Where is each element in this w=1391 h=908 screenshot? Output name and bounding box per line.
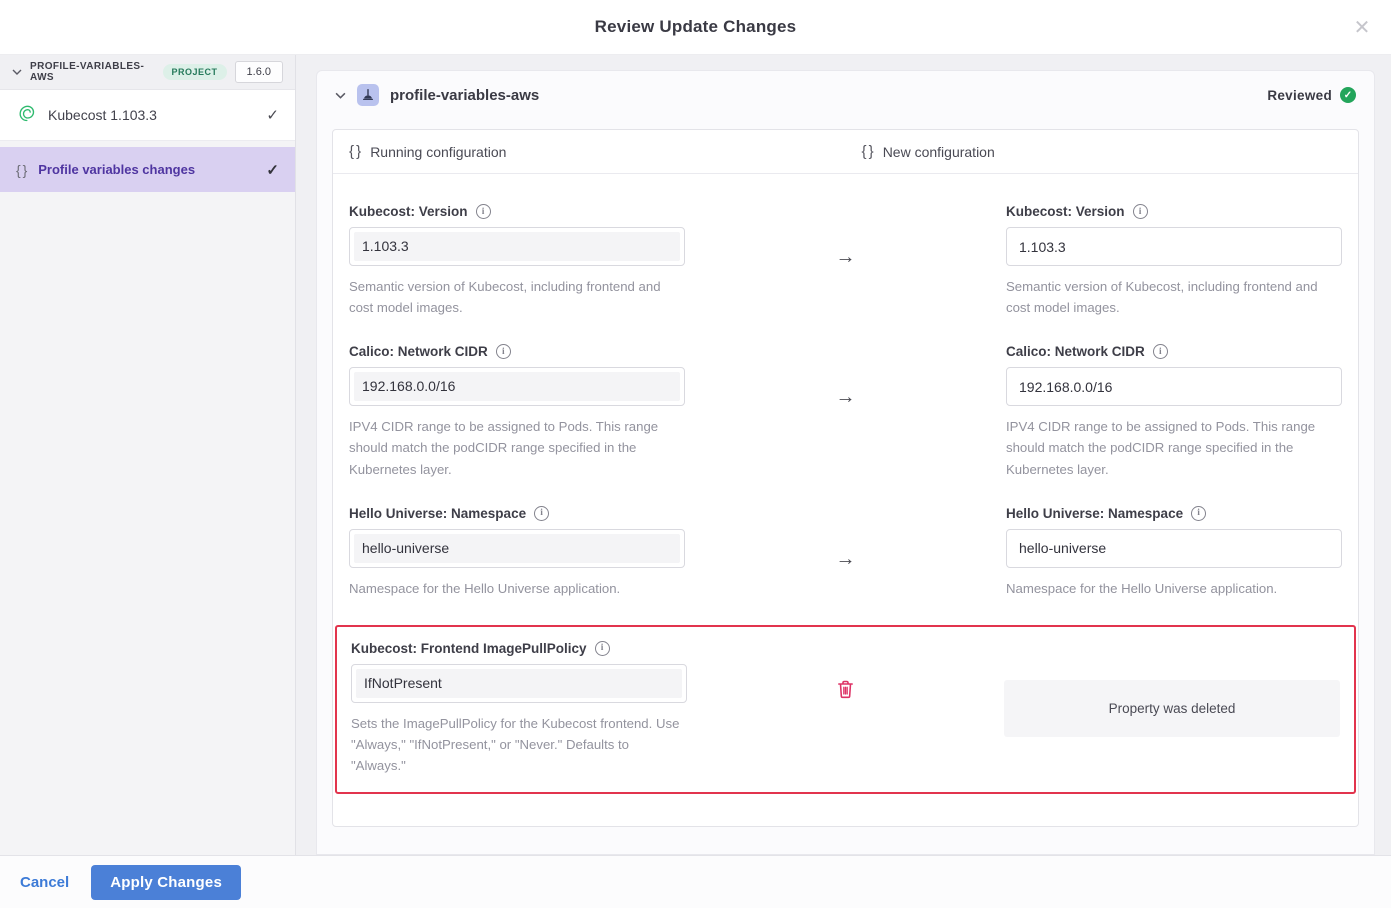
field-label-text: Hello Universe: Namespace [1006,506,1183,521]
running-configuration-title: Running configuration [370,144,506,160]
new-field: Calico: Network CIDR i IPV4 CIDR range t… [1006,344,1342,479]
sidebar-item-label: Profile variables changes [38,162,195,177]
sidebar-item-label: Kubecost 1.103.3 [48,107,157,123]
field-description: IPV4 CIDR range to be assigned to Pods. … [349,416,685,479]
new-value-input[interactable] [1006,529,1342,568]
profile-version-select[interactable]: 1.6.0 [235,61,283,83]
profile-review-card: profile-variables-aws Reviewed ✓ { } Run… [316,70,1375,855]
accordion-title: profile-variables-aws [390,87,539,104]
change-indicator: → [685,506,1006,599]
running-field: Kubecost: Frontend ImagePullPolicy i IfN… [351,641,687,776]
running-value-text: 1.103.3 [354,232,680,261]
project-badge: PROJECT [163,64,227,80]
deleted-property-cell: Property was deleted [1004,641,1340,776]
field-label: Kubecost: Version i [349,204,685,219]
arrow-right-icon: → [836,246,856,269]
info-icon[interactable]: i [595,641,610,656]
info-icon[interactable]: i [476,204,491,219]
field-label-text: Calico: Network CIDR [1006,344,1145,359]
running-value-input: 1.103.3 [349,227,685,266]
info-icon[interactable]: i [496,344,511,359]
running-value-text: 192.168.0.0/16 [354,372,680,401]
dialog-title: Review Update Changes [595,17,797,37]
sidebar-item-kubecost[interactable]: Kubecost 1.103.3 ✓ [0,90,295,141]
info-icon[interactable]: i [1133,204,1148,219]
cluster-profile-icon [357,84,379,106]
main-area: profile-variables-aws Reviewed ✓ { } Run… [296,55,1391,855]
dialog-body: PROFILE-VARIABLES-AWS PROJECT 1.6.0 Kube… [0,55,1391,855]
new-value-input[interactable] [1006,367,1342,406]
field-row-kubecost-version: Kubecost: Version i 1.103.3 Semantic ver… [333,204,1358,318]
field-label-text: Kubecost: Version [1006,204,1125,219]
chevron-down-icon [12,69,22,75]
field-label: Calico: Network CIDR i [1006,344,1342,359]
status-badge: Reviewed ✓ [1267,87,1356,103]
running-value-input: hello-universe [349,529,685,568]
running-value-input: IfNotPresent [351,664,687,703]
field-label-text: Kubecost: Frontend ImagePullPolicy [351,641,587,656]
reviewed-label: Reviewed [1267,88,1332,103]
accordion-header[interactable]: profile-variables-aws Reviewed ✓ [317,71,1374,119]
fields-area: Kubecost: Version i 1.103.3 Semantic ver… [333,174,1358,794]
info-icon[interactable]: i [1153,344,1168,359]
check-icon: ✓ [266,106,279,124]
field-description: Sets the ImagePullPolicy for the Kubecos… [351,713,687,776]
braces-icon: { } [16,162,26,178]
field-label-text: Kubecost: Version [349,204,468,219]
sidebar-item-profile-variables[interactable]: { } Profile variables changes ✓ [0,147,295,192]
braces-icon: { } [862,143,873,160]
profile-name-label: PROFILE-VARIABLES-AWS [30,61,155,83]
field-label: Hello Universe: Namespace i [349,506,685,521]
field-row-deleted-imagepullpolicy: Kubecost: Frontend ImagePullPolicy i IfN… [335,625,1356,794]
reviewed-check-icon: ✓ [1340,87,1356,103]
sidebar-profile-header[interactable]: PROFILE-VARIABLES-AWS PROJECT 1.6.0 [0,55,295,90]
running-value-text: IfNotPresent [356,669,682,698]
field-description: IPV4 CIDR range to be assigned to Pods. … [1006,416,1342,479]
configuration-diff-card: { } Running configuration { } New config… [332,129,1359,827]
sidebar: PROFILE-VARIABLES-AWS PROJECT 1.6.0 Kube… [0,55,296,855]
field-label: Kubecost: Frontend ImagePullPolicy i [351,641,687,656]
running-value-input: 192.168.0.0/16 [349,367,685,406]
info-icon[interactable]: i [1191,506,1206,521]
arrow-right-icon: → [836,548,856,571]
new-configuration-title: New configuration [883,144,995,160]
change-indicator: → [685,204,1006,318]
braces-icon: { } [349,143,360,160]
info-icon[interactable]: i [534,506,549,521]
running-field: Kubecost: Version i 1.103.3 Semantic ver… [349,204,685,318]
check-icon: ✓ [266,161,279,179]
field-description: Semantic version of Kubecost, including … [349,276,685,318]
dialog-header: Review Update Changes ✕ [0,0,1391,55]
chevron-down-icon[interactable] [335,92,346,99]
change-indicator [687,641,1004,776]
field-description: Namespace for the Hello Universe applica… [1006,578,1342,599]
arrow-right-icon: → [836,386,856,409]
change-indicator: → [685,344,1006,479]
new-field: Hello Universe: Namespace i Namespace fo… [1006,506,1342,599]
field-label-text: Hello Universe: Namespace [349,506,526,521]
cancel-button[interactable]: Cancel [20,874,69,891]
field-label: Hello Universe: Namespace i [1006,506,1342,521]
new-value-input[interactable] [1006,227,1342,266]
field-description: Semantic version of Kubecost, including … [1006,276,1342,318]
running-configuration-header: { } Running configuration [333,130,846,173]
running-field: Calico: Network CIDR i 192.168.0.0/16 IP… [349,344,685,479]
field-description: Namespace for the Hello Universe applica… [349,578,685,599]
running-value-text: hello-universe [354,534,680,563]
close-icon[interactable]: ✕ [1347,12,1377,42]
field-label: Calico: Network CIDR i [349,344,685,359]
new-field: Kubecost: Version i Semantic version of … [1006,204,1342,318]
configuration-columns-header: { } Running configuration { } New config… [333,130,1358,174]
apply-changes-button[interactable]: Apply Changes [91,865,241,900]
new-configuration-header: { } New configuration [846,130,1359,173]
field-row-calico-cidr: Calico: Network CIDR i 192.168.0.0/16 IP… [333,344,1358,479]
field-label-text: Calico: Network CIDR [349,344,488,359]
dialog-footer: Cancel Apply Changes [0,855,1391,908]
field-label: Kubecost: Version i [1006,204,1342,219]
kubecost-icon [16,103,36,128]
property-deleted-message: Property was deleted [1004,680,1340,737]
field-row-hello-universe-namespace: Hello Universe: Namespace i hello-univer… [333,506,1358,599]
trash-icon[interactable] [836,679,855,702]
running-field: Hello Universe: Namespace i hello-univer… [349,506,685,599]
